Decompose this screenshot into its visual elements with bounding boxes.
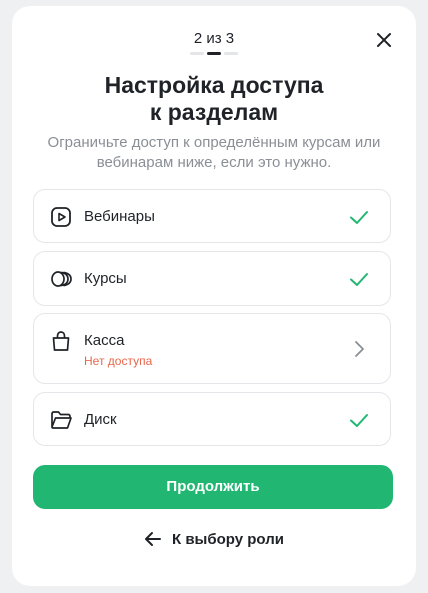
check-icon bbox=[350, 211, 368, 224]
arrow-left-icon bbox=[145, 532, 162, 546]
section-item-cashier[interactable]: Касса Нет доступа bbox=[33, 313, 391, 384]
stacked-cards-icon bbox=[51, 271, 72, 287]
subtitle-line-2: вебинарам ниже, если это нужно. bbox=[96, 154, 332, 171]
step-segment-2 bbox=[207, 52, 221, 55]
title-line-1: Настройка доступа bbox=[104, 72, 324, 98]
back-label: К выбору роли bbox=[172, 531, 284, 548]
subtitle-line-1: Ограничьте доступ к определённым курсам … bbox=[47, 134, 381, 151]
close-icon bbox=[377, 33, 391, 47]
close-button[interactable] bbox=[374, 30, 394, 50]
section-item-webinars[interactable]: Вебинары bbox=[33, 189, 391, 243]
shopping-bag-icon bbox=[52, 331, 70, 351]
no-access-label: Нет доступа bbox=[84, 354, 153, 368]
continue-button[interactable]: Продолжить bbox=[33, 465, 393, 509]
section-label: Вебинары bbox=[84, 208, 155, 225]
back-to-role-link[interactable]: К выбору роли bbox=[12, 531, 416, 548]
step-indicator: 2 из 3 bbox=[193, 30, 235, 47]
title-line-2: к разделам bbox=[149, 99, 279, 125]
section-item-disk[interactable]: Диск bbox=[33, 392, 391, 446]
play-square-icon bbox=[51, 207, 71, 227]
step-segment-3 bbox=[224, 52, 238, 55]
step-progress bbox=[190, 52, 238, 55]
section-label: Касса bbox=[84, 332, 125, 349]
section-label: Диск bbox=[84, 411, 117, 428]
section-item-courses[interactable]: Курсы bbox=[33, 251, 391, 306]
folder-icon bbox=[51, 411, 72, 429]
section-label: Курсы bbox=[84, 270, 127, 287]
check-icon bbox=[350, 273, 368, 286]
check-icon bbox=[350, 414, 368, 427]
page-title: Настройка доступа к разделам bbox=[32, 72, 396, 126]
access-setup-modal: 2 из 3 Настройка доступа к разделам Огра… bbox=[12, 6, 416, 586]
step-segment-1 bbox=[190, 52, 204, 55]
chevron-right-icon bbox=[355, 341, 364, 357]
page-subtitle: Ограничьте доступ к определённым курсам … bbox=[32, 133, 396, 173]
